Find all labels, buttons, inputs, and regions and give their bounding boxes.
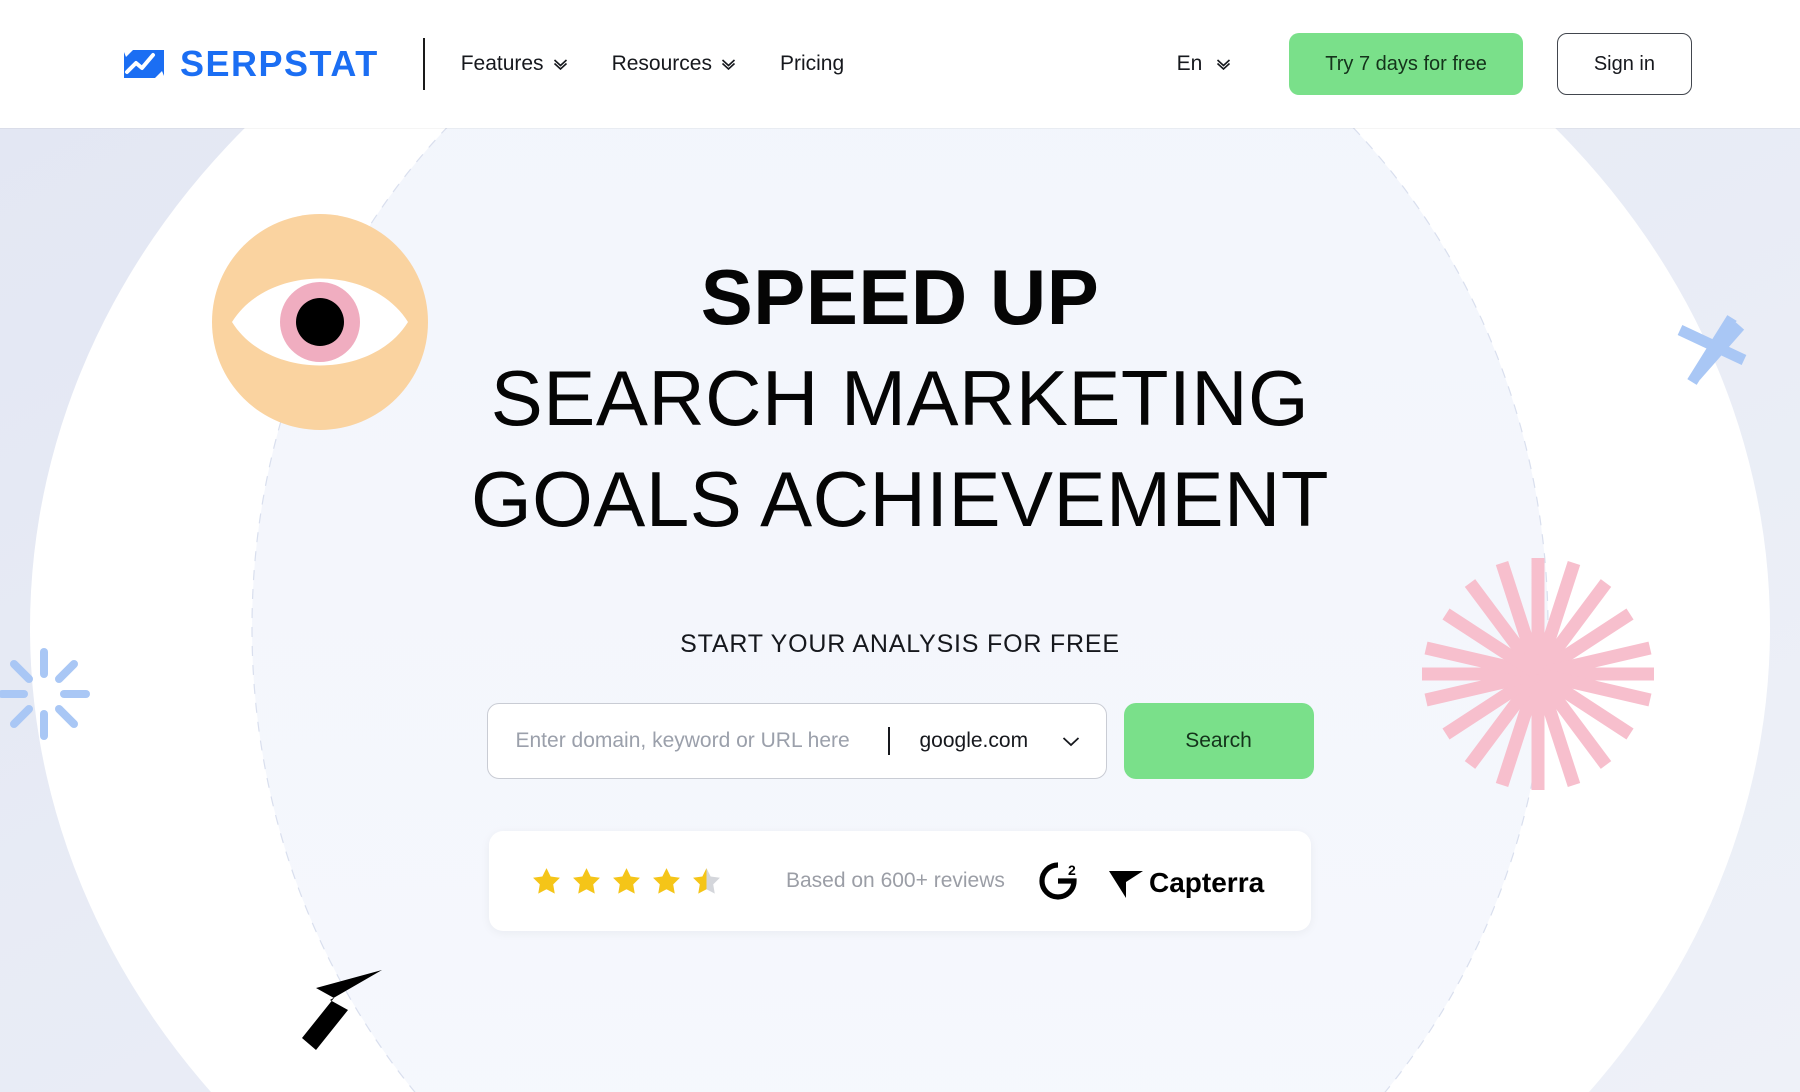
star-icon-filled xyxy=(573,867,600,894)
logo-text: SERPSTAT xyxy=(180,43,379,84)
nav-label: Resources xyxy=(611,52,712,75)
search-engine-value: google.com xyxy=(919,729,1029,752)
search-bar: google.com Search xyxy=(486,703,1314,779)
site-header: SERPSTAT Features Resources Pricing En T… xyxy=(0,0,1800,128)
search-button[interactable]: Search xyxy=(1123,703,1314,779)
reviews-count-text: Based on 600+ reviews xyxy=(786,869,1005,892)
nav-label: Pricing xyxy=(779,52,845,75)
try-free-button[interactable]: Try 7 days for free xyxy=(1289,33,1523,95)
review-badges: 2 Capterra xyxy=(1035,858,1267,904)
main-nav: Features Resources Pricing xyxy=(461,52,844,76)
chevron-down-icon xyxy=(721,58,735,70)
page-root: SERPSTAT Features Resources Pricing En T… xyxy=(0,0,1800,1092)
chevron-down-icon xyxy=(553,58,567,70)
reviews-card: Based on 600+ reviews 2 Capterra xyxy=(489,831,1311,931)
logo[interactable]: SERPSTAT xyxy=(122,46,379,82)
language-switcher[interactable]: En xyxy=(1177,52,1232,76)
headline-line-1: SPEED UP xyxy=(700,253,1100,341)
nav-label: Features xyxy=(460,52,544,75)
hero-content: SPEED UP SEARCH MARKETING GOALS ACHIEVEM… xyxy=(0,128,1800,1092)
hero-section: SPEED UP SEARCH MARKETING GOALS ACHIEVEM… xyxy=(0,128,1800,1092)
nav-item-resources[interactable]: Resources xyxy=(612,52,736,76)
language-label: En xyxy=(1176,52,1203,75)
search-input[interactable] xyxy=(487,704,888,778)
serpstat-chart-icon xyxy=(122,47,166,81)
star-icon-filled xyxy=(653,867,680,894)
nav-item-features[interactable]: Features xyxy=(461,52,568,76)
svg-text:2: 2 xyxy=(1068,862,1076,878)
header-divider xyxy=(422,38,425,90)
search-engine-select[interactable]: google.com xyxy=(890,704,1106,778)
capterra-logo: Capterra xyxy=(1109,867,1265,898)
star-rating xyxy=(531,866,722,897)
chevron-down-icon xyxy=(1062,736,1079,746)
g2-logo-icon: 2 xyxy=(1039,862,1077,900)
svg-text:Capterra: Capterra xyxy=(1149,867,1265,898)
chevron-down-icon xyxy=(1217,58,1231,70)
nav-item-pricing[interactable]: Pricing xyxy=(780,52,844,76)
search-field-wrapper: google.com xyxy=(486,703,1107,779)
header-actions: En Try 7 days for free Sign in xyxy=(1177,33,1692,95)
hero-subtitle: START YOUR ANALYSIS FOR FREE xyxy=(680,630,1120,658)
headline-line-3: GOALS ACHIEVEMENT xyxy=(470,455,1330,543)
star-icon-half xyxy=(693,867,720,894)
star-icon-filled xyxy=(533,867,560,894)
headline-line-2: SEARCH MARKETING xyxy=(490,354,1310,442)
star-icon-filled xyxy=(613,867,640,894)
sign-in-button[interactable]: Sign in xyxy=(1556,33,1692,95)
